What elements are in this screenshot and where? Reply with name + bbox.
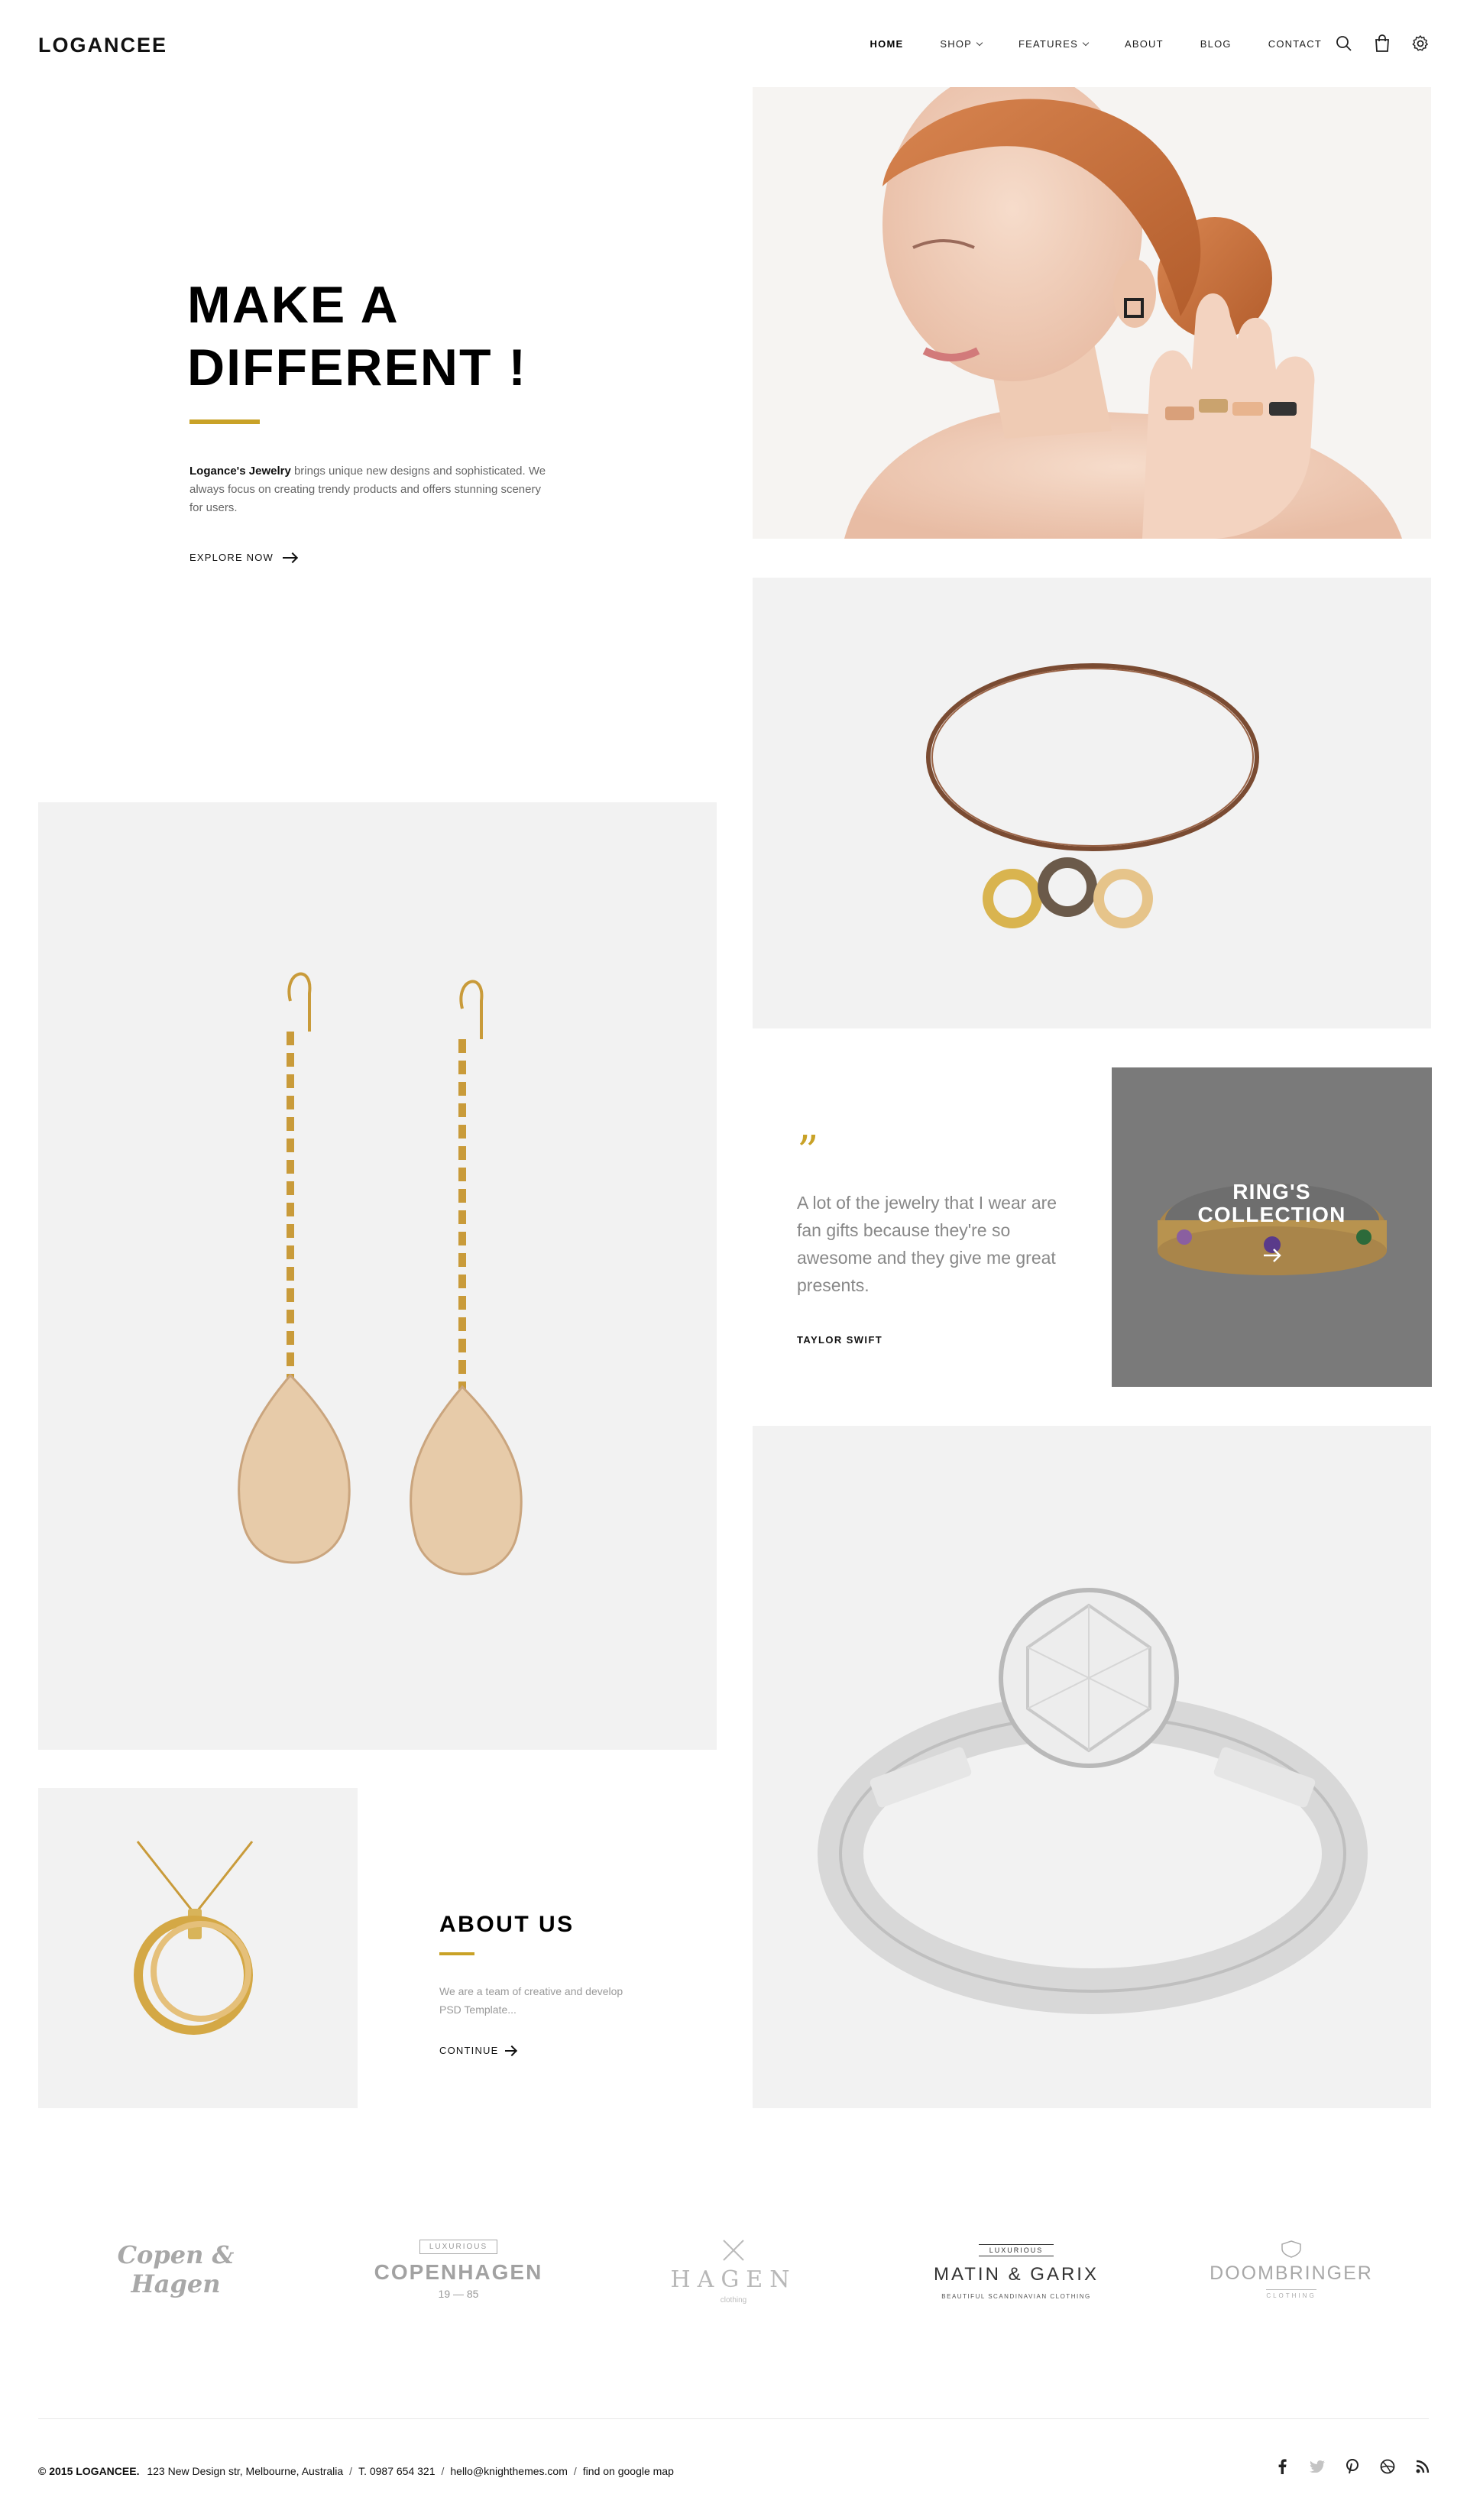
footer-address: 123 New Design str, Melbourne, Australia (147, 2465, 344, 2477)
nav-blog[interactable]: BLOG (1200, 38, 1232, 50)
pinterest-icon[interactable] (1345, 2459, 1360, 2474)
nav-home[interactable]: HOME (870, 38, 904, 50)
rss-icon[interactable] (1415, 2459, 1430, 2474)
brand-logo-hagen[interactable]: HAGEN clothing (642, 2227, 825, 2315)
nav-shop-label: SHOP (940, 38, 973, 50)
footer-map-link[interactable]: find on google map (583, 2465, 674, 2477)
about-accent-divider (439, 1952, 474, 1955)
testimonial-quote: A lot of the jewelry that I wear are fan… (797, 1193, 1057, 1295)
nav-contact[interactable]: CONTACT (1268, 38, 1322, 50)
brand-matin-garix-main: MATIN & GARIX (934, 2263, 1099, 2285)
hero-title: MAKE A DIFFERENT ! (187, 276, 528, 397)
shield-icon (1281, 2240, 1301, 2258)
main-nav: HOME SHOP FEATURES ABOUT BLOG CONTACT (834, 38, 1322, 50)
search-icon[interactable] (1334, 34, 1354, 53)
collection-title: RING'S COLLECTION (1197, 1180, 1346, 1226)
shopping-bag-icon[interactable] (1372, 34, 1392, 53)
nav-features-label: FEATURES (1018, 38, 1078, 50)
brand-matin-garix-sub: BEAUTIFUL SCANDINAVIAN CLOTHING (941, 2292, 1091, 2300)
nav-contact-label: CONTACT (1268, 38, 1322, 50)
dribbble-icon[interactable] (1380, 2459, 1395, 2474)
arrow-right-icon (504, 2049, 516, 2052)
rings-collection-card[interactable]: RING'S COLLECTION (1112, 1067, 1432, 1387)
footer-copyright: © 2015 LOGANCEE. (38, 2465, 140, 2477)
site-logo[interactable]: LOGANCEE (38, 34, 167, 57)
brand-hagen-sub: clothing (720, 2295, 747, 2305)
brand-doombringer-main: DOOMBRINGER (1210, 2262, 1373, 2284)
social-links (1274, 2459, 1430, 2474)
arrow-right-icon[interactable] (1261, 1245, 1283, 1266)
nav-about[interactable]: ABOUT (1125, 38, 1164, 50)
brand-copenhagen-year-end: 85 (466, 2287, 479, 2300)
footer-phone[interactable]: T. 0987 654 321 (358, 2465, 435, 2477)
header-tools (1334, 34, 1430, 53)
about-us-description: We are a team of creative and develop PS… (439, 1985, 623, 2016)
brand-copen-hagen-text: Copen & Hagen (117, 2240, 235, 2298)
about-us-title: ABOUT US (439, 1912, 575, 1937)
continue-link[interactable]: CONTINUE (439, 2045, 516, 2056)
testimonial-author: TAYLOR SWIFT (797, 1334, 883, 1346)
nav-features[interactable]: FEATURES (1018, 38, 1090, 50)
hero-description: Logance's Jewelry brings unique new desi… (189, 462, 549, 517)
brand-logo-copenhagen[interactable]: LUXURIOUS COPENHAGEN 19 — 85 (367, 2227, 550, 2311)
footer-separator: / (349, 2465, 353, 2477)
hero-brand-name: Logance's Jewelry (189, 465, 291, 478)
brand-logo-doombringer[interactable]: DOOMBRINGER CLOTHING (1192, 2227, 1391, 2311)
brand-logo-matin-garix[interactable]: LUXURIOUS MATIN & GARIX BEAUTIFUL SCANDI… (917, 2230, 1116, 2314)
brand-copenhagen-main: COPENHAGEN (374, 2259, 543, 2284)
footer-separator: / (573, 2465, 577, 2477)
brand-copenhagen-year-start: 19 (438, 2287, 451, 2300)
settings-gear-icon[interactable] (1410, 34, 1430, 53)
explore-now-link[interactable]: EXPLORE NOW (189, 552, 296, 563)
hero-accent-divider (189, 419, 260, 424)
chevron-down-icon (1082, 39, 1090, 46)
brand-logo-copen-hagen[interactable]: Copen & Hagen (84, 2239, 267, 2300)
brand-matin-garix-top: LUXURIOUS (978, 2243, 1054, 2256)
brand-copenhagen-year: 19 — 85 (438, 2287, 479, 2300)
nav-home-label: HOME (870, 38, 904, 50)
quote-mark-icon: ” (797, 1127, 819, 1177)
cross-mark-icon (723, 2239, 744, 2261)
facebook-icon[interactable] (1274, 2459, 1290, 2474)
explore-now-label: EXPLORE NOW (189, 552, 274, 563)
nav-about-label: ABOUT (1125, 38, 1164, 50)
chevron-down-icon (976, 39, 983, 46)
brand-copenhagen-top: LUXURIOUS (419, 2239, 498, 2254)
brand-hagen-main: HAGEN (670, 2266, 797, 2293)
twitter-icon[interactable] (1310, 2459, 1325, 2474)
hero-model-image (753, 87, 1431, 539)
arrow-right-icon (283, 556, 296, 559)
earrings-image[interactable] (38, 802, 717, 1750)
brand-doombringer-sub: CLOTHING (1266, 2289, 1316, 2299)
diamond-ring-image[interactable] (753, 1426, 1431, 2108)
necklace-image[interactable] (38, 1788, 358, 2108)
footer-divider (38, 2418, 1429, 2419)
footer-separator: / (441, 2465, 445, 2477)
footer-email[interactable]: hello@knighthemes.com (450, 2465, 568, 2477)
continue-label: CONTINUE (439, 2045, 499, 2056)
bracelet-image[interactable] (753, 578, 1431, 1028)
footer-info: © 2015 LOGANCEE. 123 New Design str, Mel… (38, 2465, 674, 2477)
nav-shop[interactable]: SHOP (940, 38, 983, 50)
nav-blog-label: BLOG (1200, 38, 1232, 50)
